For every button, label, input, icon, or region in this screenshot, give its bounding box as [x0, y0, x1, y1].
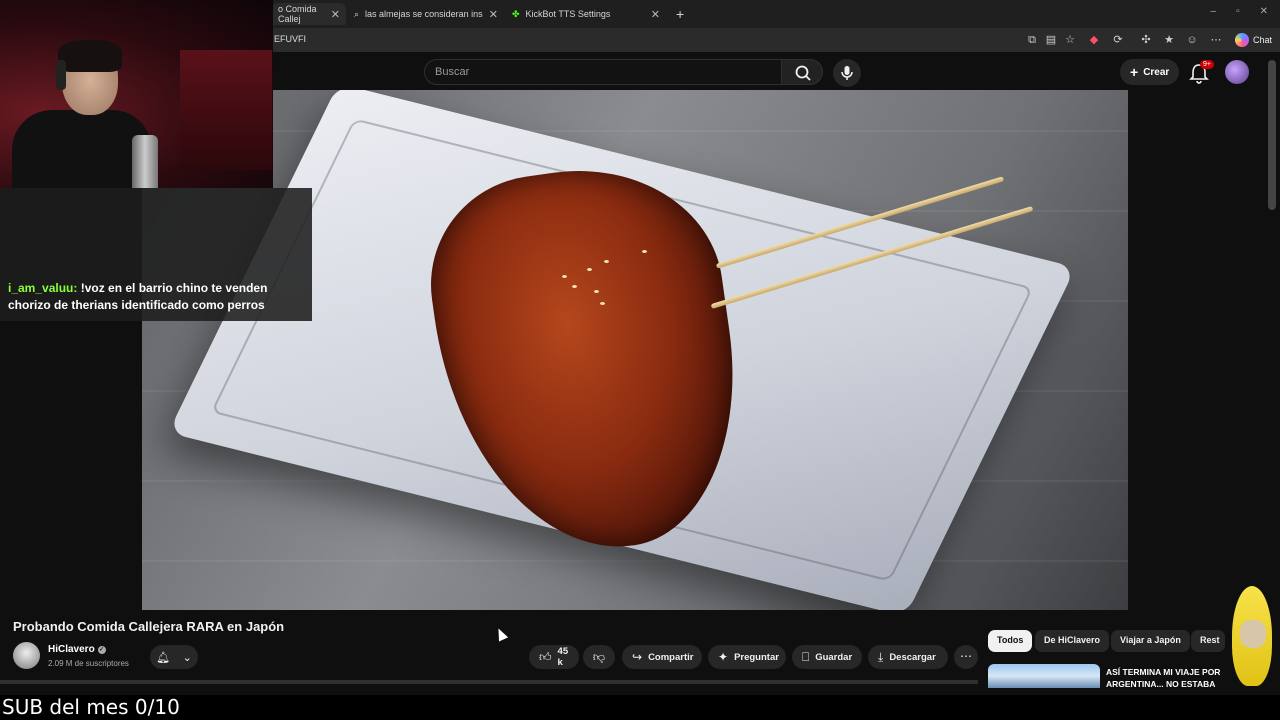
thumbs-down-icon: 👎︎ [592, 649, 606, 664]
bottle [132, 135, 158, 188]
refresh-extension-icon[interactable]: ⟳ [1111, 33, 1125, 47]
headset [56, 60, 66, 90]
share-button[interactable]: ↪ Compartir [622, 645, 702, 669]
share-icon: ↪ [632, 650, 643, 664]
sparkle-icon: ✦ [718, 650, 729, 664]
favorites-icon[interactable]: ★ [1162, 33, 1176, 47]
microphone-icon [841, 66, 853, 80]
close-icon[interactable]: ✕ [651, 8, 660, 21]
search-icon [795, 65, 811, 81]
user-avatar[interactable] [1225, 60, 1249, 84]
sub-goal-bar: SUB del mes 0/10 [0, 695, 1280, 720]
tab-label: o Comida Callej [278, 4, 317, 24]
chip-channel[interactable]: De HiClavero [1035, 630, 1110, 652]
chip-todos[interactable]: Todos [988, 630, 1033, 652]
extension-icon[interactable]: ◆ [1087, 33, 1101, 47]
dislike-button[interactable]: 👎︎ [583, 645, 615, 669]
address-text[interactable]: EFUVFI [274, 34, 306, 44]
stream-chat-overlay: i_am_valuu: !voz en el barrio chino te v… [0, 188, 312, 321]
tab-label: KickBot TTS Settings [525, 9, 611, 19]
minimize-icon[interactable]: – [1211, 6, 1217, 17]
tab-search[interactable]: ⌕ las almejas se consideran insectos ✕ [348, 3, 504, 25]
recommended-title[interactable]: ASÍ TERMINA MI VIAJE POR ARGENTINA... NO… [1106, 666, 1232, 688]
like-button[interactable]: 👍︎ 45 k [529, 645, 579, 669]
search-button[interactable] [781, 59, 823, 85]
tab-label: las almejas se consideran insectos [365, 9, 483, 19]
streamer-webcam [0, 0, 273, 188]
chat-label: Chat [1252, 35, 1272, 45]
thumbs-up-icon: 👍︎ [539, 649, 552, 664]
save-button[interactable]: ⎕ Guardar [792, 645, 862, 669]
video-player[interactable] [142, 90, 1128, 610]
cat-face [1240, 620, 1266, 648]
save-label: Guardar [815, 651, 853, 663]
mouse-cursor-icon [493, 626, 509, 642]
close-icon[interactable]: ✕ [331, 8, 340, 21]
notification-badge: 9+ [1200, 60, 1214, 69]
sesame [594, 290, 599, 293]
sesame [587, 268, 592, 271]
search-input[interactable]: Buscar [424, 59, 782, 85]
plus-icon: + [1130, 64, 1139, 80]
copilot-icon [1234, 33, 1249, 47]
create-button[interactable]: + Crear [1120, 59, 1180, 85]
voice-search-button[interactable] [833, 59, 861, 87]
chat-message: i_am_valuu: !voz en el barrio chino te v… [8, 280, 298, 314]
translate-icon[interactable]: ⧉ [1025, 33, 1039, 47]
new-tab-button[interactable]: + [670, 3, 688, 25]
copilot-chat-button[interactable]: Chat [1234, 32, 1272, 48]
recommended-thumbnail[interactable] [988, 664, 1100, 688]
restore-icon[interactable]: ▫ [1236, 6, 1240, 17]
channel-avatar[interactable] [13, 642, 40, 669]
ask-label: Preguntar [734, 651, 779, 663]
chat-username: i_am_valuu: [8, 281, 78, 295]
subscriber-count: 2.09 M de suscriptores [48, 659, 129, 668]
bookmark-icon: ⎕ [802, 649, 810, 664]
window-controls: – ▫ ✕ [1211, 6, 1269, 17]
tab-kickbot[interactable]: ✤ KickBot TTS Settings ✕ [506, 3, 666, 25]
tab-youtube-video[interactable]: o Comida Callej ✕ [272, 3, 346, 25]
bell-icon: 🔔︎ [156, 651, 171, 664]
subscription-bell-button[interactable]: 🔔︎ ⌄ [150, 645, 198, 669]
share-label: Compartir [648, 651, 694, 663]
chevron-down-icon: ⌄ [182, 651, 192, 664]
close-icon[interactable]: ✕ [489, 8, 498, 21]
reader-icon[interactable]: ▤ [1044, 33, 1058, 47]
download-button[interactable]: ⤓ Descargar [868, 645, 948, 669]
search-icon: ⌕ [354, 8, 360, 19]
like-count: 45 k [557, 646, 569, 668]
ask-button[interactable]: ✦ Preguntar [708, 645, 786, 669]
plus-icon: + [676, 6, 685, 22]
channel-name[interactable]: HiClavero ✓ [48, 644, 106, 655]
channel-name-text: HiClavero [48, 644, 95, 655]
scrollbar[interactable] [1268, 60, 1276, 210]
sesame [600, 302, 605, 305]
video-title: Probando Comida Callejera RARA en Japón [13, 619, 285, 634]
more-actions-button[interactable]: ⋯ [954, 645, 978, 669]
download-icon: ⤓ [878, 649, 884, 664]
streamer-hair [58, 40, 122, 72]
download-label: Descargar [889, 651, 936, 663]
kickbot-icon: ✤ [512, 8, 520, 19]
favorite-star-icon[interactable]: ☆ [1063, 33, 1077, 47]
sesame [604, 260, 609, 263]
sesame [642, 250, 647, 253]
sesame [572, 285, 577, 288]
verified-icon: ✓ [97, 645, 106, 654]
more-dots-icon: ⋯ [960, 649, 972, 663]
menu-dots-icon[interactable]: ⋯ [1209, 33, 1223, 47]
sesame [562, 275, 567, 278]
profile-icon[interactable]: ☺ [1185, 33, 1199, 47]
chip-more[interactable]: Rest [1191, 630, 1225, 652]
chip-japan[interactable]: Viajar a Japón [1111, 630, 1190, 652]
shelf [180, 50, 272, 170]
create-label: Crear [1143, 66, 1170, 78]
page-divider [0, 680, 978, 684]
puzzle-icon[interactable]: ✣ [1139, 33, 1153, 47]
streamer-body [12, 110, 152, 188]
banana-cat-sticker [1228, 578, 1276, 696]
close-window-icon[interactable]: ✕ [1260, 6, 1268, 17]
